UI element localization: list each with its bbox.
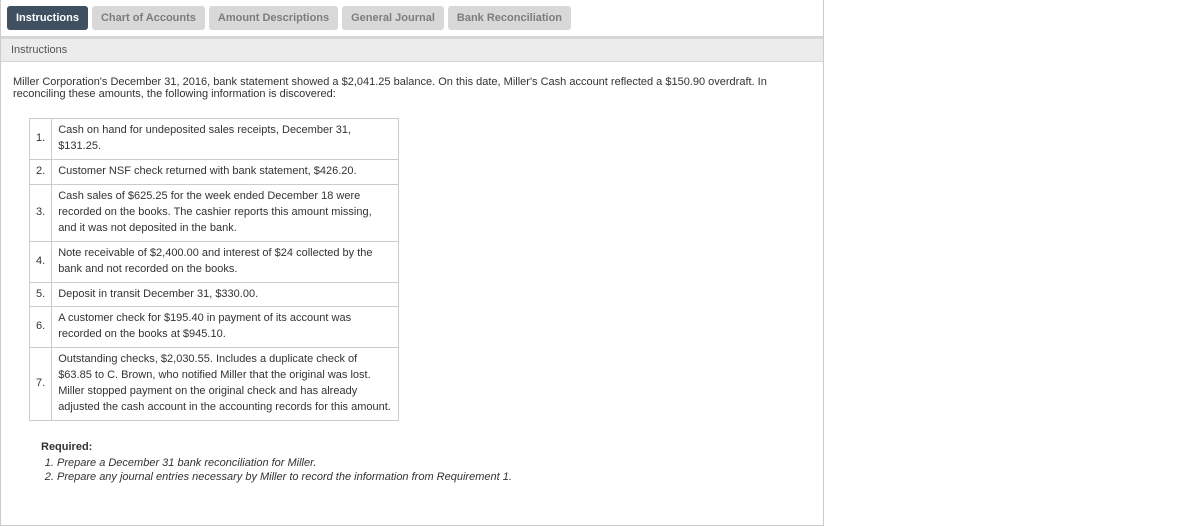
required-list: Prepare a December 31 bank reconciliatio… [57,457,811,483]
item-number: 6. [30,307,52,348]
item-text: Cash sales of $625.25 for the week ended… [52,184,399,241]
item-number: 1. [30,119,52,160]
table-row: 7. Outstanding checks, $2,030.55. Includ… [30,348,399,421]
tab-instructions[interactable]: Instructions [7,6,88,30]
tab-bank-reconciliation[interactable]: Bank Reconciliation [448,6,571,30]
table-row: 5. Deposit in transit December 31, $330.… [30,282,399,307]
item-number: 7. [30,348,52,421]
table-row: 6. A customer check for $195.40 in payme… [30,307,399,348]
required-item: Prepare any journal entries necessary by… [57,471,811,483]
table-row: 4. Note receivable of $2,400.00 and inte… [30,241,399,282]
required-item: Prepare a December 31 bank reconciliatio… [57,457,811,469]
table-row: 3. Cash sales of $625.25 for the week en… [30,184,399,241]
item-text: Customer NSF check returned with bank st… [52,159,399,184]
item-number: 3. [30,184,52,241]
item-number: 4. [30,241,52,282]
item-number: 5. [30,282,52,307]
item-text: A customer check for $195.40 in payment … [52,307,399,348]
section-header: Instructions [1,38,823,62]
tab-chart-of-accounts[interactable]: Chart of Accounts [92,6,205,30]
item-text: Cash on hand for undeposited sales recei… [52,119,399,160]
item-text: Deposit in transit December 31, $330.00. [52,282,399,307]
table-row: 1. Cash on hand for undeposited sales re… [30,119,399,160]
required-heading: Required: [41,441,811,453]
table-row: 2. Customer NSF check returned with bank… [30,159,399,184]
content-area: Miller Corporation's December 31, 2016, … [1,62,823,525]
intro-text: Miller Corporation's December 31, 2016, … [13,76,811,100]
page-frame: Instructions Chart of Accounts Amount De… [0,0,824,526]
item-text: Note receivable of $2,400.00 and interes… [52,241,399,282]
tabbar-container: Instructions Chart of Accounts Amount De… [1,0,823,38]
items-table: 1. Cash on hand for undeposited sales re… [29,118,399,421]
tab-general-journal[interactable]: General Journal [342,6,444,30]
item-text: Outstanding checks, $2,030.55. Includes … [52,348,399,421]
tab-amount-descriptions[interactable]: Amount Descriptions [209,6,338,30]
item-number: 2. [30,159,52,184]
required-block: Required: Prepare a December 31 bank rec… [41,441,811,483]
tabbar: Instructions Chart of Accounts Amount De… [7,6,817,30]
